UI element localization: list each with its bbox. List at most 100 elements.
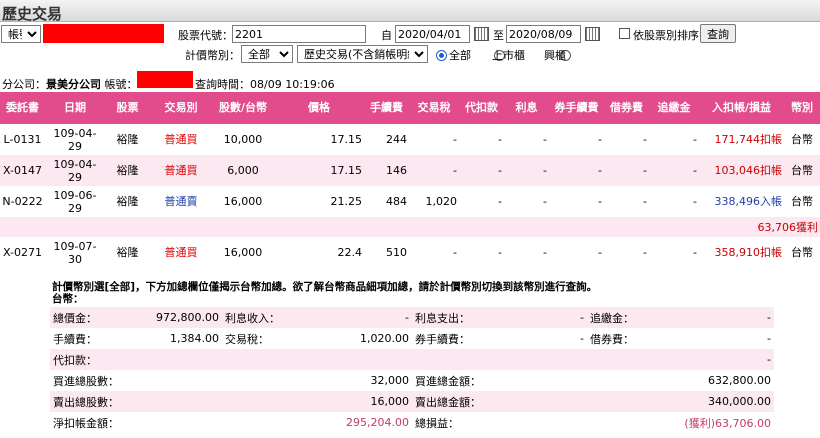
cell-margin: - (693, 195, 697, 208)
summary-row: 手續費： 1,384.00 交易稅： 1,020.00 券手續費： - 借券費：… (50, 328, 774, 349)
table-row: N-0222 109-06-29 裕隆 普通賣 16,000 21.25 484… (0, 186, 820, 217)
cell-price: 21.25 (330, 195, 363, 208)
currency-select[interactable]: 全部 (241, 45, 293, 63)
cell-currency: 台幣 (791, 195, 813, 208)
cell-borrow-fee: - (643, 133, 647, 146)
sort-by-stock-checkbox[interactable] (619, 28, 630, 39)
account-type-select[interactable]: 帳號 (1, 25, 41, 43)
to-calendar-icon[interactable] (585, 27, 600, 41)
summary-row: 賣出總股數： 16,000 賣出總金額： 340,000.00 (50, 391, 774, 412)
trade-type-select[interactable]: 歷史交易(不含銷帳明細) (297, 45, 428, 63)
net-amount-value: 295,204.00 (346, 416, 409, 429)
sell-shares-label: 賣出總股數： (50, 391, 222, 412)
query-time-value: 08/09 10:19:06 (250, 78, 335, 91)
cell-interest: - (543, 133, 547, 146)
cell-qty: 10,000 (223, 133, 263, 146)
cell-stock: 裕隆 (116, 195, 139, 208)
buy-amount-value: 632,800.00 (708, 374, 771, 387)
to-date-label: 至 (493, 29, 504, 42)
lend-fee-label: 券手續費： (415, 332, 470, 346)
market-emerging-label: 興櫃 (544, 49, 566, 62)
net-amount-label: 淨扣帳金額： (53, 416, 119, 430)
market-all-radio[interactable] (436, 49, 447, 61)
table-header-row: 委託書 日期 股票 交易別 股數/台幣 價格 手續費 交易稅 代扣款 利息 券手… (0, 92, 820, 124)
cell-withhold: - (498, 133, 502, 146)
account-label: 帳號： (104, 78, 138, 91)
borrow-fee-label: 借券費： (590, 332, 634, 346)
subtotal-value: 63,706獲利 (0, 217, 820, 237)
col-qty: 股數/台幣 (212, 92, 274, 124)
col-tax: 交易稅 (409, 92, 459, 124)
interest-income-value: - (332, 307, 412, 328)
buy-shares-label: 買進總股數： (53, 374, 119, 388)
fee-label: 手續費： (53, 332, 97, 346)
stock-code-input[interactable] (232, 25, 366, 43)
summary-row: 代扣款： - (50, 349, 774, 370)
sort-by-stock-label: 依股票別排序 (633, 29, 699, 42)
cell-type: 普通買 (164, 133, 198, 146)
summary-note-text: 計價幣別選[全部]，下方加總欄位僅揭示台幣加總。欲了解台幣商品細項加總，請於計價… (52, 281, 598, 293)
buy-amount-label: 買進總金額： (415, 374, 481, 388)
cell-interest: - (543, 246, 547, 259)
cell-price: 22.4 (337, 246, 363, 259)
col-type: 交易別 (150, 92, 212, 124)
cell-interest: - (504, 155, 549, 186)
summary-row: 淨扣帳金額： 295,204.00 總損益： (獲利)63,706.00 (50, 412, 774, 433)
cell-order: X-0271 (3, 246, 42, 259)
from-date-input[interactable] (395, 25, 470, 43)
cell-amount: 358,910扣帳 (714, 246, 783, 259)
cell-order: N-0222 (2, 195, 43, 208)
table-row: X-0147 109-04-29 裕隆 普通買 6,000 17.15 146 … (0, 155, 820, 186)
sell-amount-label: 賣出總金額： (412, 391, 587, 412)
cell-qty: 16,000 (223, 195, 263, 208)
col-amount: 入扣帳/損益 (699, 92, 784, 124)
cell-fee: 510 (386, 246, 407, 259)
summary-currency-line: 台幣： (52, 293, 84, 305)
cell-amount: 103,046扣帳 (699, 155, 784, 186)
cell-withhold: - (459, 155, 504, 186)
page-title: 歷史交易 (2, 5, 63, 23)
title-bar: 歷史交易 (0, 0, 820, 23)
cell-borrow-fee: - (643, 246, 647, 259)
total-price-label: 總價金： (50, 307, 122, 328)
interest-income-label: 利息收入： (222, 307, 332, 328)
cell-lend-fee: - (598, 133, 602, 146)
sell-amount-value: 340,000.00 (587, 391, 774, 412)
cell-stock: 裕隆 (116, 133, 139, 146)
cell-margin: - (649, 155, 699, 186)
borrow-fee-value: - (767, 332, 771, 345)
margin-label: 追繳金： (587, 307, 697, 328)
cell-type: 普通賣 (164, 195, 198, 208)
transaction-table: 委託書 日期 股票 交易別 股數/台幣 價格 手續費 交易稅 代扣款 利息 券手… (0, 92, 820, 268)
from-date-label: 自 (381, 29, 392, 42)
interest-expense-value: - (482, 307, 587, 328)
query-time-label: 查詢時間： (195, 78, 250, 91)
from-calendar-icon[interactable] (474, 27, 489, 41)
cell-margin: - (693, 133, 697, 146)
currency-label: 計價幣別： (185, 49, 240, 62)
cell-price: 17.15 (274, 155, 364, 186)
margin-value: - (697, 307, 774, 328)
cell-tax: - (409, 155, 459, 186)
col-borrow-fee: 借券費 (604, 92, 649, 124)
col-price: 價格 (274, 92, 364, 124)
cell-type: 普通買 (164, 246, 198, 259)
stock-code-label: 股票代號： (178, 29, 233, 42)
cell-borrow-fee: - (604, 155, 649, 186)
cell-type: 普通買 (150, 155, 212, 186)
cell-amount: 171,744扣帳 (714, 133, 783, 146)
cell-date: 109-06-29 (53, 188, 97, 215)
cell-borrow-fee: - (643, 195, 647, 208)
branch-label: 分公司： (2, 78, 46, 91)
cell-withhold: - (498, 195, 502, 208)
table-row: L-0131 109-04-29 裕隆 普通買 10,000 17.15 244… (0, 124, 820, 155)
summary-note: 計價幣別選[全部]，下方加總欄位僅揭示台幣加總。欲了解台幣商品細項加總，請於計價… (52, 281, 652, 305)
to-date-input[interactable] (506, 25, 581, 43)
query-button[interactable]: 查詢 (700, 24, 736, 43)
cell-stock: 裕隆 (105, 155, 150, 186)
total-pl-value: (獲利)63,706.00 (684, 416, 771, 430)
subtotal-row: 63,706獲利 (0, 217, 820, 237)
total-price-value: 972,800.00 (122, 307, 222, 328)
fee-value: 1,384.00 (170, 332, 219, 345)
summary-row: 總價金： 972,800.00 利息收入： - 利息支出： - 追繳金： - (50, 307, 774, 328)
